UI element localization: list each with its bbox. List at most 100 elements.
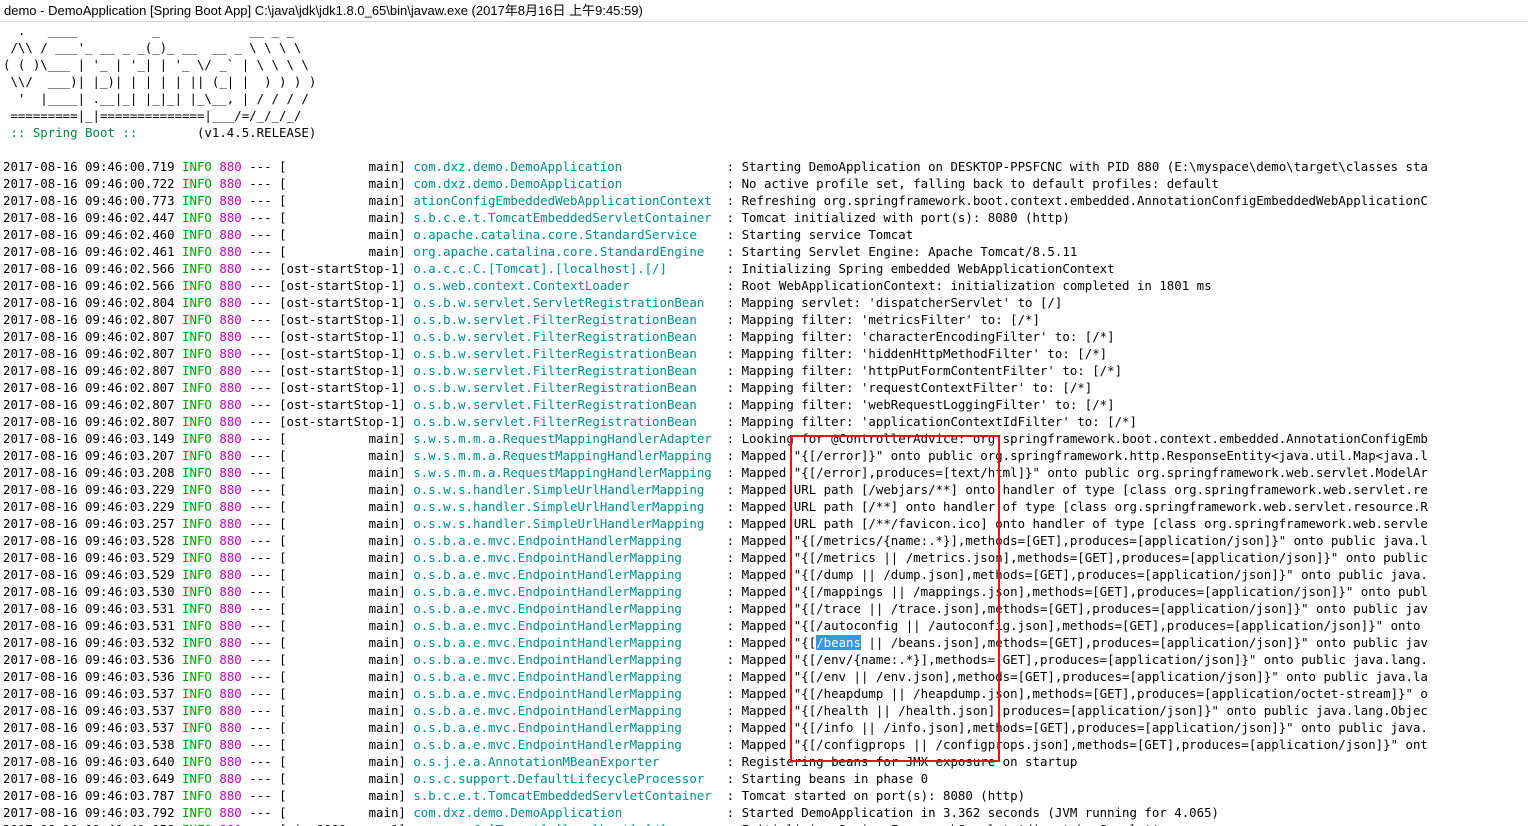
log-row: 2017-08-16 09:46:03.537 INFO 880 --- [ m… (3, 685, 1528, 702)
log-logger: s.w.s.m.m.a.RequestMappingHandlerMapping (413, 448, 720, 463)
banner-line: \\/ ___)| |_)| | | | | || (_| | ) ) ) ) (3, 74, 317, 89)
log-separator: --- (241, 788, 280, 803)
log-pid: 880 (219, 193, 242, 208)
log-pid: 880 (219, 822, 241, 826)
log-logger: o.s.b.a.e.mvc.EndpointHandlerMapping (413, 567, 720, 582)
log-timestamp: 2017-08-16 09:46:03.531 (3, 618, 175, 633)
log-pid: 880 (219, 516, 242, 531)
log-row: 2017-08-16 09:46:02.460 INFO 880 --- [ m… (3, 226, 1528, 243)
log-pid: 880 (219, 601, 242, 616)
log-separator: --- (241, 754, 280, 769)
log-logger: o.a.c.c.C.[Tomcat].[localhost].[/] (413, 261, 720, 276)
log-message: : Tomcat initialized with port(s): 8080 … (719, 210, 1070, 225)
log-thread: [ main] (279, 193, 414, 208)
log-pid: 880 (219, 176, 242, 191)
log-thread: [ main] (279, 720, 414, 735)
log-pid: 880 (219, 380, 242, 395)
log-logger: o.s.w.s.handler.SimpleUrlHandlerMapping (413, 482, 720, 497)
log-row: 2017-08-16 09:46:03.530 INFO 880 --- [ m… (3, 583, 1528, 600)
log-logger: o.s.b.w.servlet.FilterRegistrationBean (413, 380, 720, 395)
log-level: INFO (182, 193, 212, 208)
log-level: INFO (182, 414, 212, 429)
log-pid: 880 (219, 244, 242, 259)
log-level: INFO (182, 584, 212, 599)
log-row: 2017-08-16 09:46:03.536 INFO 880 --- [ m… (3, 651, 1528, 668)
log-pid: 880 (219, 737, 242, 752)
log-separator: --- (241, 805, 280, 820)
log-level: INFO (182, 635, 212, 650)
log-logger: o.s.b.w.servlet.FilterRegistrationBean (413, 312, 720, 327)
log-pid: 880 (219, 652, 242, 667)
log-row: 2017-08-16 09:46:02.807 INFO 880 --- [os… (3, 328, 1528, 345)
console-output[interactable]: . ____ _ __ _ _ /\\ / ___'_ __ _ _(_)_ _… (0, 22, 1528, 826)
log-separator: --- (241, 312, 280, 327)
log-pid: 880 (219, 550, 242, 565)
log-logger: o.s.web.context.ContextLoader (413, 278, 720, 293)
log-timestamp: 2017-08-16 09:46:03.537 (3, 720, 175, 735)
log-thread: [ost-startStop-1] (279, 380, 414, 395)
log-separator: --- (241, 669, 280, 684)
log-thread: [ost-startStop-1] (279, 397, 414, 412)
log-separator: --- (241, 482, 280, 497)
log-pid: 880 (219, 227, 242, 242)
log-message: : Registering beans for JMX exposure on … (719, 754, 1078, 769)
log-thread: [ main] (279, 482, 414, 497)
log-logger: o.a.c.c.C.[Tomcat].[localhost].[/] (413, 822, 719, 826)
log-thread: [ main] (279, 448, 414, 463)
log-row: 2017-08-16 09:46:03.537 INFO 880 --- [ m… (3, 702, 1528, 719)
log-logger: o.s.b.w.servlet.FilterRegistrationBean (413, 414, 720, 429)
log-message: : Tomcat started on port(s): 8080 (http) (719, 788, 1026, 803)
log-timestamp: 2017-08-16 09:46:03.257 (3, 516, 175, 531)
selected-text[interactable]: /beans (816, 635, 861, 650)
log-logger: com.dxz.demo.DemoApplication (413, 805, 720, 820)
log-separator: --- (242, 822, 279, 826)
log-separator: --- (241, 720, 280, 735)
banner-line: . ____ _ __ _ _ (3, 23, 294, 38)
log-thread: [ost-startStop-1] (279, 278, 414, 293)
console-title-bar: demo - DemoApplication [Spring Boot App]… (0, 0, 1528, 22)
log-level: INFO (182, 720, 212, 735)
log-pid: 880 (219, 635, 242, 650)
log-separator: --- (241, 703, 280, 718)
log-pid: 880 (219, 448, 242, 463)
log-thread: [ost-startStop-1] (279, 329, 414, 344)
log-message: : Looking for @ControllerAdvice: org.spr… (719, 431, 1428, 446)
log-timestamp: 2017-08-16 09:46:03.529 (3, 550, 175, 565)
log-timestamp: 2017-08-16 09:46:03.207 (3, 448, 175, 463)
log-pid: 880 (219, 465, 242, 480)
log-row: 2017-08-16 09:46:03.529 INFO 880 --- [ m… (3, 566, 1528, 583)
spring-boot-version-line: :: Spring Boot :: (v1.4.5.RELEASE) (3, 124, 1528, 141)
log-pid: 880 (219, 703, 242, 718)
log-timestamp: 2017-08-16 09:46:03.649 (3, 771, 175, 786)
log-row: 2017-08-16 09:46:02.461 INFO 880 --- [ m… (3, 243, 1528, 260)
log-message: : Mapped "{[/heapdump || /heapdump.json]… (719, 686, 1428, 701)
log-row: 2017-08-16 09:46:00.722 INFO 880 --- [ m… (3, 175, 1528, 192)
log-logger: ationConfigEmbeddedWebApplicationContext (413, 193, 720, 208)
log-level: INFO (182, 686, 212, 701)
log-pid: 880 (219, 669, 242, 684)
log-pid: 880 (219, 346, 242, 361)
log-timestamp: 2017-08-16 09:46:03.530 (3, 584, 175, 599)
log-thread: [ main] (279, 669, 414, 684)
log-separator: --- (241, 516, 280, 531)
log-thread: [ost-startStop-1] (279, 363, 414, 378)
log-logger: com.dxz.demo.DemoApplication (413, 159, 720, 174)
log-level: INFO (182, 805, 212, 820)
log-level: INFO (182, 159, 212, 174)
log-message: : Mapped "{[/error]}" onto public org.sp… (719, 448, 1428, 463)
log-logger: o.s.b.a.e.mvc.EndpointHandlerMapping (413, 550, 720, 565)
log-separator: --- (241, 380, 280, 395)
log-timestamp: 2017-08-16 09:46:03.229 (3, 499, 175, 514)
log-timestamp: 2017-08-16 09:46:03.531 (3, 601, 175, 616)
log-pid: 880 (219, 482, 242, 497)
log-level: INFO (182, 737, 212, 752)
log-row: 2017-08-16 09:46:03.528 INFO 880 --- [ m… (3, 532, 1528, 549)
log-timestamp: 2017-08-16 09:46:03.529 (3, 567, 175, 582)
log-level: INFO (182, 822, 212, 826)
log-logger: o.s.b.a.e.mvc.EndpointHandlerMapping (413, 720, 720, 735)
log-level: INFO (182, 261, 212, 276)
log-logger: com.dxz.demo.DemoApplication (413, 176, 720, 191)
log-message: : Mapped "{[/autoconfig || /autoconfig.j… (719, 618, 1421, 633)
log-message: : Started DemoApplication in 3.362 secon… (719, 805, 1220, 820)
log-level: INFO (182, 652, 212, 667)
